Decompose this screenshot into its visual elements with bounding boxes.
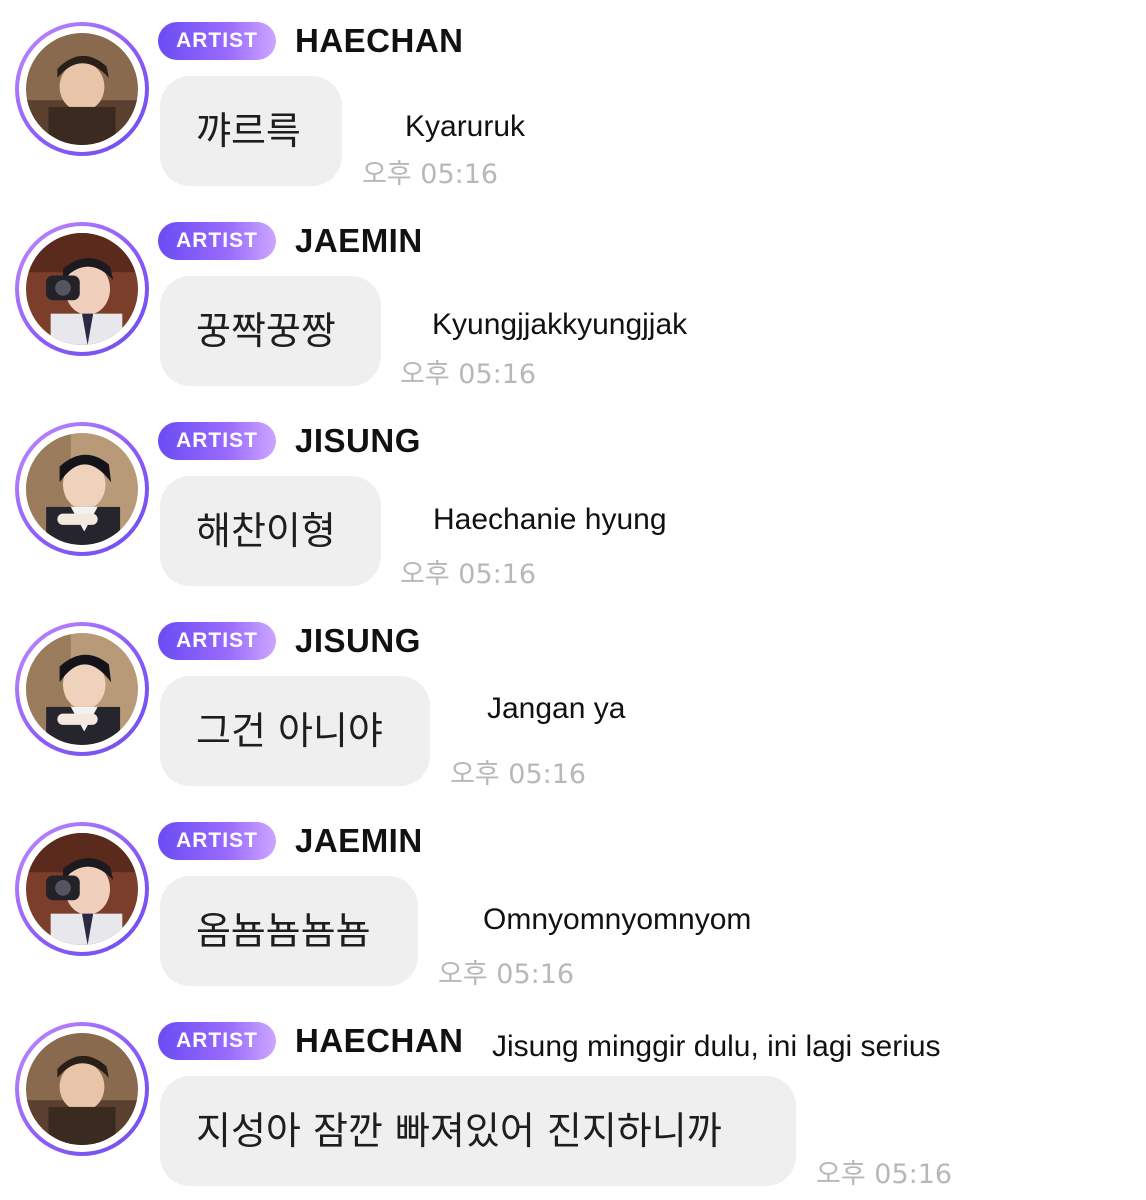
artist-avatar[interactable] <box>15 422 149 556</box>
message-time: 오후 05:16 <box>450 759 587 790</box>
translation-text: Jisung minggir dulu, ini lagi serius <box>492 1030 941 1063</box>
sender-name: JISUNG <box>295 622 421 659</box>
chat-message: ARTIST HAECHAN 지성아 잠깐 빠져있어 진지하니까 오후 05:1… <box>0 1000 1146 1200</box>
avatar-photo-jisung <box>26 633 138 745</box>
artist-avatar[interactable] <box>15 222 149 356</box>
message-bubble[interactable]: 해찬이형 <box>160 476 381 586</box>
artist-badge: ARTIST <box>158 22 276 60</box>
sender-name: HAECHAN <box>295 22 464 59</box>
artist-badge: ARTIST <box>158 1022 276 1060</box>
chat-message: ARTIST HAECHAN 꺄르륵 오후 05:16 Kyaruruk <box>0 0 1146 200</box>
message-bubble[interactable]: 꺄르륵 <box>160 76 342 186</box>
message-time: 오후 05:16 <box>400 359 537 390</box>
message-time: 오후 05:16 <box>816 1159 953 1190</box>
message-time: 오후 05:16 <box>438 959 575 990</box>
sender-name: JAEMIN <box>295 222 423 259</box>
artist-badge: ARTIST <box>158 422 276 460</box>
message-bubble[interactable]: 지성아 잠깐 빠져있어 진지하니까 <box>160 1076 796 1186</box>
translation-text: Kyaruruk <box>405 110 526 143</box>
translation-text: Kyungjjakkyungjjak <box>432 308 688 341</box>
message-time: 오후 05:16 <box>362 159 499 190</box>
chat-message: ARTIST JAEMIN 꿍짝꿍짱 오후 05:16 Kyungjjakkyu… <box>0 200 1146 400</box>
message-bubble[interactable]: 그건 아니야 <box>160 676 430 786</box>
avatar-photo-jaemin <box>26 233 138 345</box>
artist-avatar[interactable] <box>15 622 149 756</box>
sender-name: HAECHAN <box>295 1022 464 1059</box>
message-bubble[interactable]: 옴뇸뇸뇸뇸 <box>160 876 418 986</box>
artist-badge: ARTIST <box>158 222 276 260</box>
artist-avatar[interactable] <box>15 22 149 156</box>
translation-text: Haechanie hyung <box>433 503 667 536</box>
translation-text: Jangan ya <box>487 692 626 725</box>
translation-text: Omnyomnyomnyom <box>483 903 752 936</box>
artist-badge: ARTIST <box>158 622 276 660</box>
sender-name: JAEMIN <box>295 822 423 859</box>
message-time: 오후 05:16 <box>400 559 537 590</box>
chat-message: ARTIST JISUNG 해찬이형 오후 05:16 Haechanie hy… <box>0 400 1146 600</box>
message-bubble[interactable]: 꿍짝꿍짱 <box>160 276 381 386</box>
chat-message: ARTIST JISUNG 그건 아니야 오후 05:16 Jangan ya <box>0 600 1146 800</box>
artist-avatar[interactable] <box>15 1022 149 1156</box>
avatar-photo-haechan <box>26 33 138 145</box>
avatar-photo-jaemin <box>26 833 138 945</box>
avatar-photo-jisung <box>26 433 138 545</box>
chat-message: ARTIST JAEMIN 옴뇸뇸뇸뇸 오후 05:16 Omnyomnyomn… <box>0 800 1146 1000</box>
avatar-photo-haechan <box>26 1033 138 1145</box>
artist-avatar[interactable] <box>15 822 149 956</box>
artist-badge: ARTIST <box>158 822 276 860</box>
sender-name: JISUNG <box>295 422 421 459</box>
